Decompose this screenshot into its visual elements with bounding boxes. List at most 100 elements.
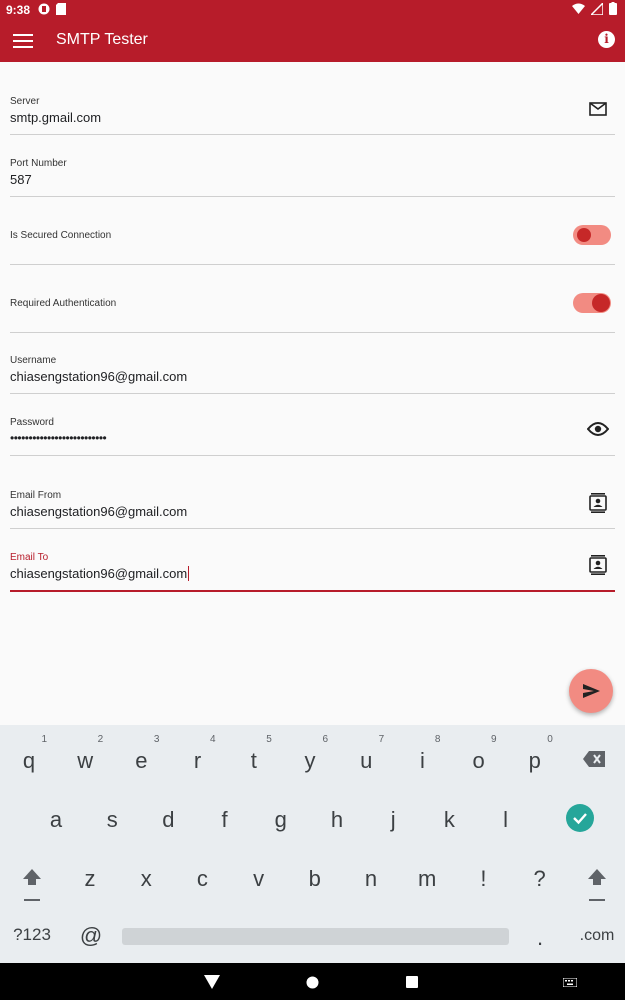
- key-number-hint: 4: [210, 734, 216, 745]
- key-number-hint: 2: [97, 734, 104, 745]
- key-u[interactable]: u7: [346, 734, 386, 774]
- recents-icon[interactable]: [406, 976, 418, 988]
- key-f[interactable]: f: [205, 807, 245, 833]
- menu-icon[interactable]: [12, 30, 34, 52]
- key-m[interactable]: m: [407, 866, 447, 892]
- password-field[interactable]: Password ••••••••••••••••••••••••••: [10, 409, 615, 456]
- key-label: r: [193, 748, 202, 773]
- wifi-icon: [572, 3, 585, 14]
- key-label: d: [162, 807, 175, 832]
- key-label: u: [360, 748, 373, 773]
- key-s[interactable]: s: [92, 807, 132, 833]
- at-key[interactable]: @: [71, 923, 111, 949]
- secured-connection-switch[interactable]: [573, 225, 611, 245]
- backspace-icon[interactable]: [583, 751, 605, 767]
- keyboard-switch-icon[interactable]: [563, 978, 577, 987]
- key-i[interactable]: i8: [402, 734, 442, 774]
- key-label: w: [77, 748, 94, 773]
- email-to-field[interactable]: Email To chiasengstation96@gmail.com: [10, 544, 615, 592]
- enter-key[interactable]: [566, 804, 594, 832]
- email-from-field[interactable]: Email From chiasengstation96@gmail.com: [10, 482, 615, 529]
- info-icon[interactable]: i: [598, 31, 615, 48]
- port-field[interactable]: Port Number 587: [10, 150, 615, 197]
- key-label: t: [250, 748, 257, 773]
- shift-left-icon[interactable]: [22, 869, 42, 901]
- required-auth-switch[interactable]: [573, 293, 611, 313]
- key-label: l: [503, 807, 509, 832]
- key-label: j: [390, 807, 396, 832]
- key-d[interactable]: d: [148, 807, 188, 833]
- key-number-hint: 9: [491, 734, 497, 745]
- key-r[interactable]: r4: [178, 734, 218, 774]
- key-label: s: [106, 807, 118, 832]
- key-label: m: [418, 866, 437, 891]
- key-g[interactable]: g: [261, 807, 301, 833]
- server-field[interactable]: Server smtp.gmail.com: [10, 88, 615, 135]
- key-number-hint: 5: [266, 734, 272, 745]
- port-label: Port Number: [10, 158, 67, 169]
- key-h[interactable]: h: [317, 807, 357, 833]
- key-k[interactable]: k: [429, 807, 469, 833]
- key-j[interactable]: j: [373, 807, 413, 833]
- switch-knob: [592, 294, 610, 312]
- key-q[interactable]: q1: [9, 734, 49, 774]
- key-v[interactable]: v: [239, 866, 279, 892]
- key-label: g: [274, 807, 287, 832]
- spacebar[interactable]: [122, 928, 509, 945]
- key-exclamation[interactable]: !: [463, 866, 503, 892]
- key-b[interactable]: b: [295, 866, 335, 892]
- password-input[interactable]: ••••••••••••••••••••••••••: [10, 431, 107, 445]
- status-bar: 9:38: [0, 0, 625, 20]
- home-icon[interactable]: [306, 976, 319, 989]
- key-t[interactable]: t5: [234, 734, 274, 774]
- app-notification-icon: [38, 3, 50, 15]
- app-bar: SMTP Tester i: [0, 20, 625, 62]
- password-label: Password: [10, 417, 54, 428]
- key-z[interactable]: z: [70, 866, 110, 892]
- contact-picker-icon[interactable]: [589, 555, 607, 580]
- key-p[interactable]: p0: [515, 734, 555, 774]
- key-label: q: [22, 748, 36, 773]
- key-e[interactable]: e3: [121, 734, 161, 774]
- key-label: x: [140, 866, 152, 891]
- visibility-eye-icon[interactable]: [586, 421, 610, 442]
- secured-connection-label: Is Secured Connection: [10, 230, 112, 241]
- send-icon: [583, 684, 600, 698]
- key-label: o: [472, 748, 485, 773]
- key-label: n: [364, 866, 378, 891]
- shift-right-icon[interactable]: [587, 869, 607, 901]
- key-o[interactable]: o9: [459, 734, 499, 774]
- on-screen-keyboard: q1 w2 e3 r4 t5 y6 u7 i8 o9 p0 a s d f g h j k l z x c v b n m!?…: [0, 725, 625, 963]
- mail-icon: [589, 102, 607, 121]
- username-input[interactable]: chiasengstation96@gmail.com: [10, 369, 187, 384]
- username-field[interactable]: Username chiasengstation96@gmail.com: [10, 347, 615, 394]
- key-label: b: [308, 866, 321, 891]
- email-to-input[interactable]: chiasengstation96@gmail.com: [10, 566, 190, 581]
- key-y[interactable]: y6: [290, 734, 330, 774]
- key-label: ?: [533, 866, 546, 891]
- key-n[interactable]: n: [351, 866, 391, 892]
- key-a[interactable]: a: [36, 807, 76, 833]
- dotcom-key[interactable]: .com: [575, 927, 619, 945]
- navigation-bar: [0, 963, 625, 1000]
- server-input[interactable]: smtp.gmail.com: [10, 110, 101, 125]
- key-label: y: [304, 748, 316, 773]
- period-key[interactable]: .: [520, 925, 560, 951]
- key-w[interactable]: w2: [65, 734, 105, 774]
- back-icon[interactable]: [204, 975, 220, 989]
- key-c[interactable]: c: [182, 866, 222, 892]
- key-l[interactable]: l: [486, 807, 526, 833]
- symbols-key[interactable]: ?123: [10, 925, 54, 945]
- key-number-hint: 3: [153, 734, 160, 745]
- email-from-input[interactable]: chiasengstation96@gmail.com: [10, 504, 187, 519]
- contact-picker-icon[interactable]: [589, 493, 607, 518]
- key-label: !: [480, 866, 487, 891]
- port-input[interactable]: 587: [10, 172, 32, 187]
- key-label: p: [528, 748, 541, 773]
- key-x[interactable]: x: [126, 866, 166, 892]
- key-question[interactable]: ?: [520, 866, 560, 892]
- key-label: c: [196, 866, 208, 891]
- sd-card-icon: [56, 3, 66, 15]
- server-label: Server: [10, 96, 40, 107]
- send-button[interactable]: [569, 669, 613, 713]
